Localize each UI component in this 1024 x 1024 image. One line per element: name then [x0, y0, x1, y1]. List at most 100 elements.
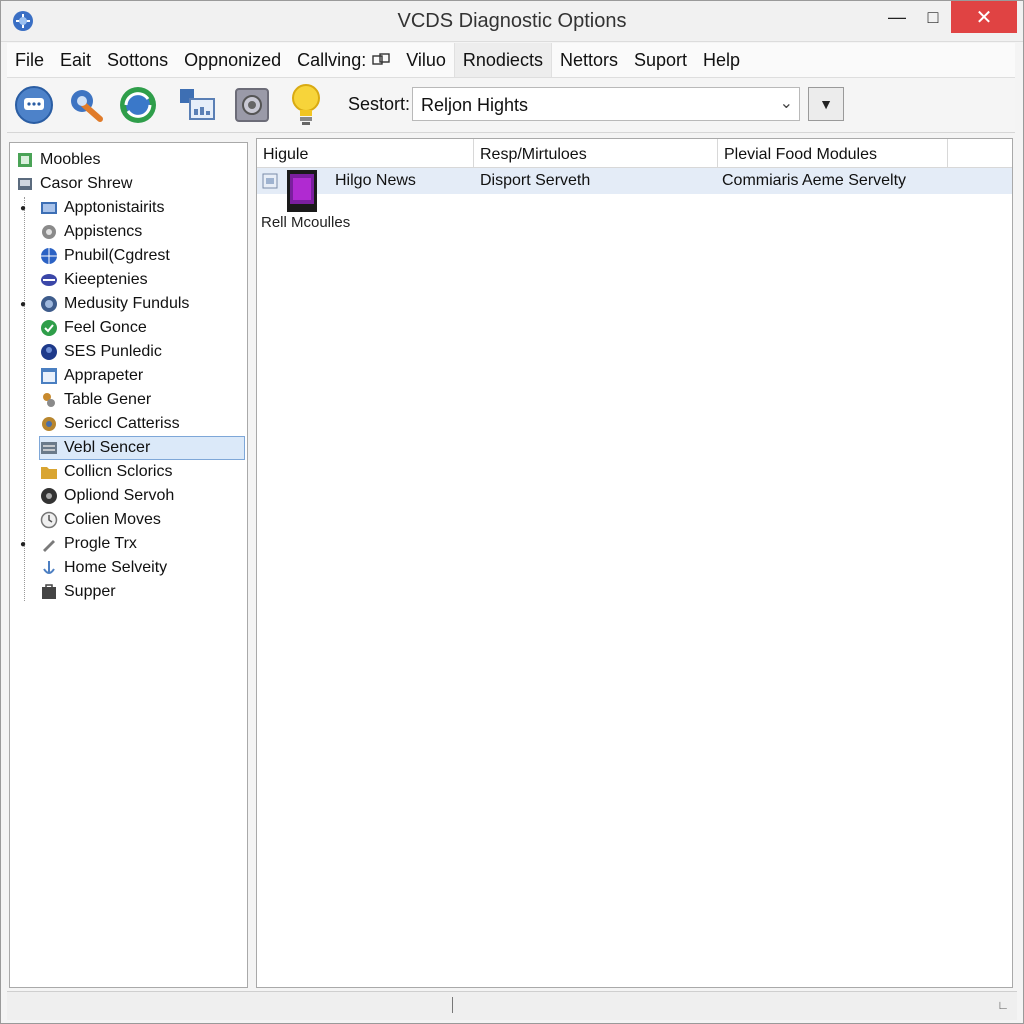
settings-icon — [42, 417, 56, 431]
list-caption: Rell Mcoulles — [261, 214, 351, 231]
tree-item-ses-punledic[interactable]: SES Punledic — [40, 340, 162, 364]
refresh-button[interactable] — [117, 84, 159, 126]
tree-item-label: Medusity Funduls — [64, 295, 190, 312]
column-header[interactable]: Resp/Mirtuloes — [474, 139, 718, 167]
pencil-icon — [43, 540, 55, 552]
monitor-button[interactable] — [177, 84, 219, 126]
tree-item-progle-trx[interactable]: Progle Trx — [40, 532, 137, 556]
window-title: VCDS Diagnostic Options — [397, 10, 627, 32]
globe-icon — [41, 248, 57, 264]
tree-item-label: Sericcl Catteriss — [64, 415, 180, 432]
tree-item-label: Vebl Sencer — [64, 439, 151, 456]
menu-settings[interactable]: Sottons — [99, 43, 176, 77]
tree-item-colien-moves[interactable]: Colien Moves — [40, 508, 161, 532]
tree-item-opliond[interactable]: Opliond Servoh — [40, 484, 174, 508]
chevron-down-icon[interactable]: ⌄ — [780, 93, 793, 113]
disc-icon — [41, 488, 57, 504]
tree-item-label: Pnubil(Cgdrest — [64, 247, 170, 264]
toolbar: Sestort: ⌄ ▼ — [7, 78, 1015, 133]
column-header[interactable]: Higule — [257, 139, 474, 167]
world-icon — [41, 296, 57, 312]
title-bar: VCDS Diagnostic Options — □ ✕ — [1, 1, 1023, 42]
tree-item-home-selveity[interactable]: Home Selveity — [40, 556, 167, 580]
tree-item-pnubil[interactable]: Pnubil(Cgdrest — [40, 244, 170, 268]
menu-networks[interactable]: Nettors — [552, 43, 626, 77]
maximize-button[interactable]: □ — [911, 1, 955, 33]
menu-support[interactable]: Suport — [626, 43, 695, 77]
tree-item-appistencs[interactable]: Appistencs — [40, 220, 142, 244]
tree-item-modules[interactable]: Moobles — [16, 148, 100, 172]
table-row[interactable]: Hilgo News Disport Serveth Commiaris Aem… — [257, 168, 1012, 212]
folder-icon — [41, 467, 57, 479]
chat-icon — [15, 86, 53, 124]
expand-toggle[interactable]: ● — [20, 299, 26, 310]
app-window: VCDS Diagnostic Options — □ ✕ File Eait … — [0, 0, 1024, 1024]
hint-button[interactable] — [285, 84, 327, 126]
list-header: Higule Resp/Mirtuloes Plevial Food Modul… — [257, 139, 1012, 168]
menu-edit[interactable]: Eait — [52, 43, 99, 77]
resize-grip-icon[interactable]: ∟ — [997, 998, 1009, 1012]
cell-name: Hilgo News — [335, 172, 416, 189]
check-icon — [41, 320, 57, 336]
tree-item-keeptenies[interactable]: Kieeptenies — [40, 268, 148, 292]
chat-button[interactable] — [13, 84, 55, 126]
circle-icon — [41, 344, 57, 360]
tree-item-label: Feel Gonce — [64, 319, 147, 336]
tree-item-sensor-show[interactable]: Casor Shrew — [16, 172, 132, 196]
dropdown-arrow-icon: ▼ — [819, 96, 833, 112]
tree-item-label: Supper — [64, 583, 116, 600]
tree-item-medusity[interactable]: Medusity Funduls — [40, 292, 189, 316]
tree-item-collicn[interactable]: Collicn Sclorics — [40, 460, 172, 484]
tree-item-vebl-sencer[interactable]: Vebl Sencer — [39, 436, 245, 460]
tree-item-label: Moobles — [40, 151, 101, 168]
tree-item-label: Opliond Servoh — [64, 487, 175, 504]
camera-icon — [235, 88, 269, 122]
menu-file[interactable]: File — [7, 43, 52, 77]
tools-button[interactable] — [65, 84, 107, 126]
tree-item-sericcl[interactable]: Sericcl Catteriss — [40, 412, 180, 436]
tree-item-table-gener[interactable]: Table Gener — [40, 388, 151, 412]
window-icon — [41, 368, 57, 384]
tree-item-label: Home Selveity — [64, 559, 168, 576]
module-list[interactable]: Higule Resp/Mirtuloes Plevial Food Modul… — [256, 138, 1013, 988]
key-icon — [41, 274, 57, 286]
anchor-icon — [43, 561, 55, 574]
camera-button[interactable] — [231, 84, 273, 126]
module-tree[interactable]: Moobles Casor Shrew ● Apptonistairits Ap… — [9, 142, 248, 988]
column-header[interactable]: Plevial Food Modules — [718, 139, 948, 167]
link-icon — [372, 53, 390, 65]
tree-item-apprapeter[interactable]: Apprapeter — [40, 364, 143, 388]
tree-item-supper[interactable]: Supper — [40, 580, 116, 604]
search-label: Sestort: — [348, 94, 411, 114]
menu-help[interactable]: Help — [695, 43, 748, 77]
status-bar: ∟ — [7, 991, 1017, 1020]
clock-icon — [40, 511, 58, 529]
menu-optimized[interactable]: Oppnonized — [176, 43, 289, 77]
search-input[interactable] — [419, 92, 763, 118]
close-button[interactable]: ✕ — [951, 1, 1017, 33]
refresh-globe-icon — [120, 87, 156, 123]
monitor-icon — [180, 89, 215, 120]
menu-products[interactable]: Rnodiects — [453, 43, 552, 77]
tree-item-label: Kieeptenies — [64, 271, 148, 288]
menu-calling-label: Callving: — [297, 50, 367, 70]
status-divider — [452, 997, 453, 1013]
device-icon — [287, 170, 317, 212]
search-combobox[interactable]: ⌄ — [412, 87, 800, 121]
menu-view[interactable]: Viluo — [398, 43, 454, 77]
tree-item-label: Colien Moves — [64, 511, 161, 528]
tree-item-label: Apprapeter — [64, 367, 144, 384]
menu-calling[interactable]: Callving: — [289, 43, 398, 77]
row-icon — [262, 173, 278, 189]
tree-item-feel-gonce[interactable]: Feel Gonce — [40, 316, 147, 340]
toolbox-icon — [42, 584, 56, 599]
tree-item-applications[interactable]: Apptonistairits — [40, 196, 165, 220]
cell-modules: Commiaris Aeme Servelty — [722, 172, 907, 189]
expand-toggle[interactable]: ● — [20, 203, 26, 214]
lightbulb-icon — [292, 84, 320, 125]
tree-item-label: Table Gener — [64, 391, 152, 408]
expand-toggle[interactable]: ● — [20, 539, 26, 550]
tree-item-label: Casor Shrew — [40, 175, 133, 192]
dropdown-button[interactable]: ▼ — [808, 87, 844, 121]
tree-item-label: Apptonistairits — [64, 199, 165, 216]
